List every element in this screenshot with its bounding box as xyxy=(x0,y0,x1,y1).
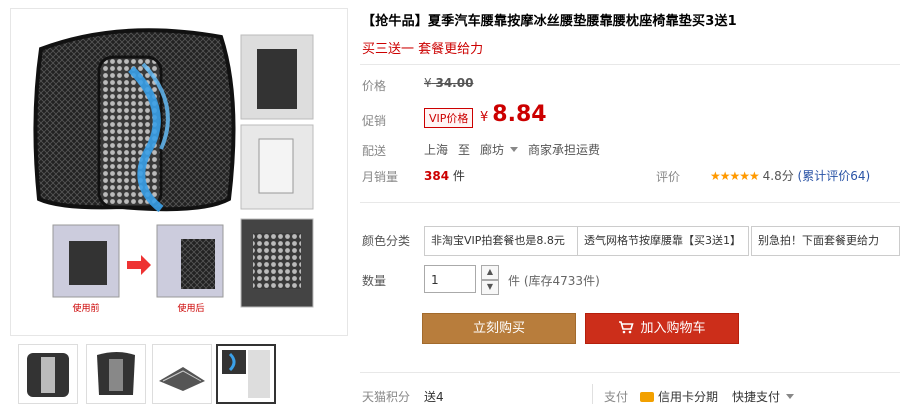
main-product-image[interactable]: 使用前 使用后 xyxy=(10,8,348,336)
reviews-link[interactable]: (累计评价64) xyxy=(798,169,871,183)
divider-bottom xyxy=(360,372,900,373)
original-currency: ¥ xyxy=(424,76,432,90)
cart-icon xyxy=(619,321,635,334)
thumbnail-strip xyxy=(10,344,346,408)
option-3[interactable]: 别急拍！下面套餐更给力 xyxy=(751,226,900,256)
option-1[interactable]: 非淘宝VIP拍套餐也是8.8元 xyxy=(424,226,578,256)
add-to-cart-button[interactable]: 加入购物车 xyxy=(585,313,739,344)
original-price: ¥ 34.00 xyxy=(424,76,473,90)
thumbnail-3[interactable] xyxy=(152,344,212,404)
monthly-sales: 384 件 xyxy=(424,167,465,184)
quantity-increase-icon[interactable]: ▲ xyxy=(481,265,499,280)
monthly-sales-count: 384 xyxy=(424,169,450,183)
monthly-sales-label: 月销量 xyxy=(362,170,399,184)
installment-label: 信用卡分期 xyxy=(658,390,719,404)
points-value: 送4 xyxy=(424,390,444,404)
quantity-label: 数量 xyxy=(362,274,387,288)
before-label: 使用前 xyxy=(72,302,99,314)
points-label: 天猫积分 xyxy=(362,390,411,404)
thumbnail-4-selected[interactable] xyxy=(216,344,276,404)
ship-to-word: 至 xyxy=(458,143,471,157)
rating-label: 评价 xyxy=(656,170,681,184)
option-2[interactable]: 透气网格节按摩腰靠【买3送1】 xyxy=(577,226,749,256)
promo-price-value: 8.84 xyxy=(492,102,547,127)
after-label: 使用后 xyxy=(177,302,204,314)
quantity-decrease-icon[interactable]: ▼ xyxy=(481,280,499,295)
original-price-label: 价格 xyxy=(362,79,387,93)
quick-pay-label: 快捷支付 xyxy=(732,390,781,404)
star-rating-icon: ★★★★★ xyxy=(710,169,760,183)
bottom-separator xyxy=(592,384,593,404)
promo-price: ¥8.84 xyxy=(480,102,547,127)
ship-destination: 廊坊 xyxy=(480,143,505,157)
shipping-row: 上海 至 廊坊 商家承担运费 xyxy=(424,141,600,158)
shipping-fee-text: 商家承担运费 xyxy=(528,143,601,157)
thumbnail-2[interactable] xyxy=(86,344,146,404)
monthly-sales-unit: 件 xyxy=(452,169,465,183)
buy-now-button[interactable]: 立刻购买 xyxy=(422,313,576,344)
installment-option[interactable]: 信用卡分期 xyxy=(640,388,718,405)
rating-block: ★★★★★ 4.8分 (累计评价64) xyxy=(710,167,870,184)
divider-middle xyxy=(360,202,900,203)
ship-from: 上海 xyxy=(424,143,449,157)
add-to-cart-label: 加入购物车 xyxy=(640,321,706,336)
chevron-down-icon xyxy=(786,394,795,399)
product-title: 【抢牛品】夏季汽车腰靠按摩冰丝腰垫腰靠腰枕座椅靠垫买3送1 xyxy=(362,14,737,29)
color-category-label: 颜色分类 xyxy=(362,234,411,248)
original-price-value: 34.00 xyxy=(435,76,474,90)
quantity-unit: 件 xyxy=(508,274,521,288)
rating-score: 4.8分 xyxy=(762,169,794,183)
pay-label: 支付 xyxy=(604,390,629,404)
vip-price-tag: VIP价格 xyxy=(424,108,474,128)
divider-top xyxy=(360,64,900,65)
currency-symbol: ¥ xyxy=(480,110,489,125)
quick-pay-option[interactable]: 快捷支付 xyxy=(732,388,795,405)
promo-label: 促销 xyxy=(362,114,387,128)
quantity-input[interactable]: 1 xyxy=(424,265,476,293)
product-photo: 使用前 使用后 xyxy=(33,28,314,314)
shipping-label: 配送 xyxy=(362,144,387,158)
stock-text: (库存4733件) xyxy=(523,274,600,288)
thumbnail-1[interactable] xyxy=(18,344,78,404)
stock-info: 件 (库存4733件) xyxy=(508,272,600,289)
product-subtitle: 买三送一 套餐更给力 xyxy=(362,42,484,57)
chevron-down-icon[interactable] xyxy=(510,147,519,152)
ship-destination-select[interactable]: 廊坊 xyxy=(480,141,504,158)
credit-card-icon xyxy=(640,391,654,402)
